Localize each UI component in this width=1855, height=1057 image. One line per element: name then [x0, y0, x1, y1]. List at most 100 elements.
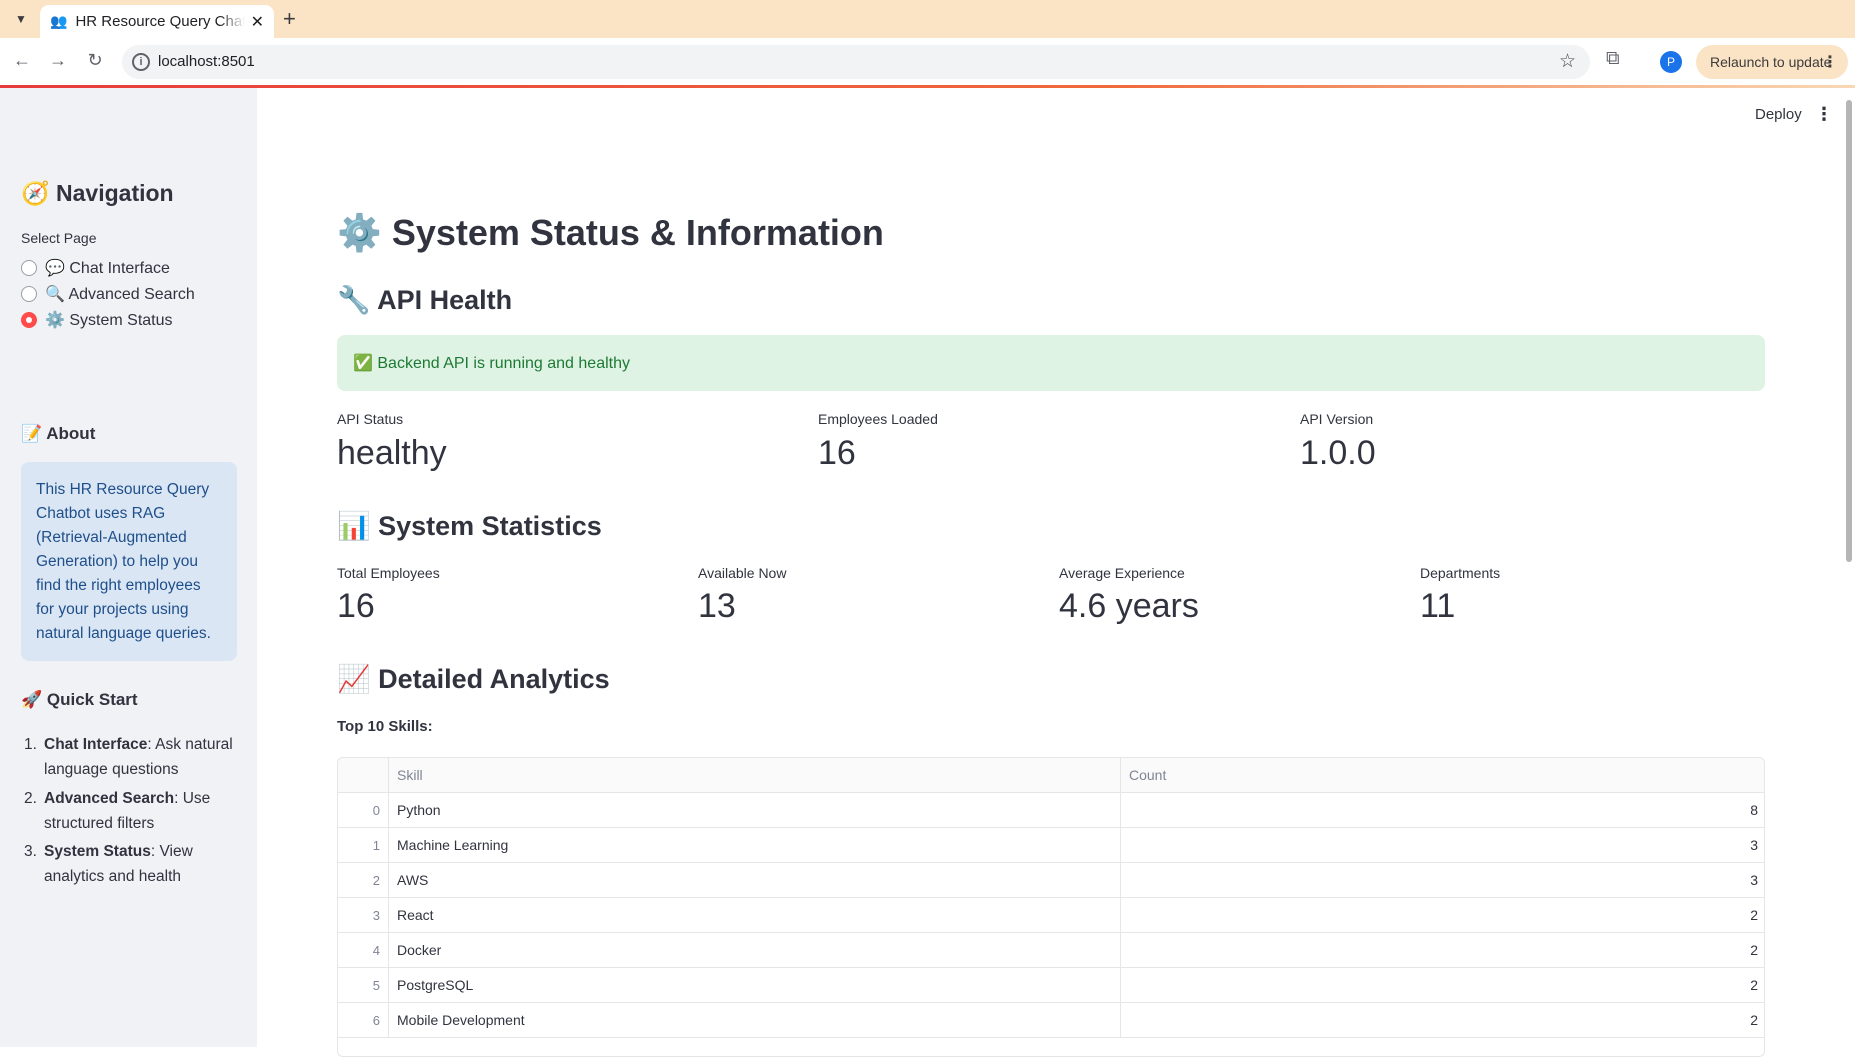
table-row[interactable]: 4 Docker 2: [338, 933, 1764, 968]
row-index: 0: [338, 793, 389, 828]
metric-value: 4.6 years: [1059, 587, 1199, 625]
tab-title: HR Resource Query Chatbot: [75, 13, 245, 30]
relaunch-label: Relaunch to update: [1710, 54, 1832, 70]
main-menu-icon[interactable]: ⋮: [1815, 104, 1833, 125]
relaunch-button[interactable]: Relaunch to update ⋮: [1696, 45, 1848, 79]
new-tab-icon[interactable]: +: [283, 6, 296, 32]
about-info-box: This HR Resource Query Chatbot uses RAG …: [21, 462, 237, 661]
page-loading-bar: [0, 85, 1855, 88]
table-row[interactable]: 0 Python 8: [338, 793, 1764, 828]
page-scrollbar[interactable]: [1846, 100, 1852, 562]
tab-search-dropdown-icon[interactable]: ▼: [10, 8, 32, 30]
health-message: ✅ Backend API is running and healthy: [353, 355, 630, 372]
count-cell[interactable]: 2: [1121, 968, 1764, 1003]
sidebar-nav-title: 🧭 Navigation: [21, 180, 174, 206]
count-cell[interactable]: 3: [1121, 863, 1764, 898]
metric-value: 11: [1420, 587, 1456, 625]
index-header: [338, 758, 389, 793]
table-row[interactable]: 5 PostgreSQL 2: [338, 968, 1764, 1003]
quickstart-title: 🚀 Quick Start: [21, 690, 138, 709]
row-index: 6: [338, 1003, 389, 1038]
skill-cell[interactable]: Docker: [389, 933, 1121, 968]
count-cell[interactable]: 3: [1121, 828, 1764, 863]
skills-caption: Top 10 Skills:: [337, 718, 433, 735]
select-page-label: Select Page: [21, 230, 97, 246]
metric-value: 1.0.0: [1300, 434, 1376, 472]
quickstart-bold: Advanced Search: [44, 790, 175, 807]
count-cell[interactable]: 8: [1121, 793, 1764, 828]
metric-value: 16: [818, 434, 856, 472]
radio-label-chat-interface[interactable]: 💬 Chat Interface: [45, 258, 170, 278]
count-cell[interactable]: 2: [1121, 1003, 1764, 1038]
tab-close-icon[interactable]: ✕: [251, 12, 264, 32]
row-index: 3: [338, 898, 389, 933]
metric-label: Average Experience: [1059, 565, 1185, 581]
quickstart-num: 1.: [24, 736, 37, 753]
metric-label: Departments: [1420, 565, 1501, 581]
url-text[interactable]: localhost:8501: [158, 53, 255, 70]
radio-label-advanced-search[interactable]: 🔍 Advanced Search: [45, 284, 195, 304]
radio-advanced-search[interactable]: [21, 286, 37, 302]
row-index: 1: [338, 828, 389, 863]
deploy-button[interactable]: Deploy: [1755, 106, 1802, 123]
radio-chat-interface[interactable]: [21, 260, 37, 276]
health-success-alert: ✅ Backend API is running and healthy: [337, 335, 1765, 391]
browser-menu-icon[interactable]: ⋮: [1822, 52, 1838, 72]
reload-icon[interactable]: ↻: [83, 50, 107, 71]
quickstart-item: 3. System Status: View analytics and hea…: [21, 839, 236, 891]
table-row[interactable]: 1 Machine Learning 3: [338, 828, 1764, 863]
column-header-count[interactable]: Count: [1121, 758, 1764, 793]
row-index: 5: [338, 968, 389, 1003]
column-header-skill[interactable]: Skill: [389, 758, 1121, 793]
metric-label: API Version: [1300, 411, 1374, 427]
about-title: 📝 About: [21, 424, 96, 443]
forward-icon[interactable]: →: [46, 50, 70, 71]
quickstart-item: 1. Chat Interface: Ask natural language …: [21, 732, 236, 784]
row-index: 2: [338, 863, 389, 898]
skill-cell[interactable]: Mobile Development: [389, 1003, 1121, 1038]
skill-cell[interactable]: Machine Learning: [389, 828, 1121, 863]
table-row[interactable]: 6 Mobile Development 2: [338, 1003, 1764, 1038]
browser-tab-bar: ▼ 👥 HR Resource Query Chatbot ✕ +: [0, 0, 1855, 38]
quickstart-bold: Chat Interface: [44, 736, 148, 753]
browser-tab-active[interactable]: 👥 HR Resource Query Chatbot ✕: [40, 5, 274, 38]
address-bar[interactable]: i localhost:8501 ☆: [122, 45, 1590, 79]
metric-label: Employees Loaded: [818, 411, 938, 427]
sidebar: 🧭 Navigation Select Page 💬 Chat Interfac…: [0, 88, 257, 1047]
skill-cell[interactable]: Python: [389, 793, 1121, 828]
tab-favicon-icon: 👥: [50, 13, 68, 29]
browser-nav-bar: ← → ↻ i localhost:8501 ☆ ⧉ P Relaunch to…: [0, 38, 1855, 86]
metric-label: API Status: [337, 411, 404, 427]
skill-cell[interactable]: PostgreSQL: [389, 968, 1121, 1003]
metric-label: Total Employees: [337, 565, 440, 581]
page-title: ⚙️ System Status & Information: [337, 212, 884, 253]
radio-label-system-status[interactable]: ⚙️ System Status: [45, 310, 173, 330]
detailed-analytics-heading: 📈 Detailed Analytics: [337, 664, 610, 694]
system-statistics-heading: 📊 System Statistics: [337, 511, 602, 541]
skill-cell[interactable]: AWS: [389, 863, 1121, 898]
quickstart-num: 3.: [24, 843, 37, 860]
metric-value: 13: [698, 587, 736, 625]
count-cell[interactable]: 2: [1121, 898, 1764, 933]
quickstart-item: 2. Advanced Search: Use structured filte…: [21, 786, 236, 838]
metric-value: healthy: [337, 434, 447, 472]
api-health-heading: 🔧 API Health: [337, 285, 513, 315]
table-row[interactable]: 3 React 2: [338, 898, 1764, 933]
skills-table[interactable]: Skill Count 0 Python 8 1 Machine Learnin…: [337, 757, 1765, 1057]
metric-value: 16: [337, 587, 375, 625]
profile-avatar[interactable]: P: [1660, 51, 1682, 73]
row-index: 4: [338, 933, 389, 968]
skill-cell[interactable]: React: [389, 898, 1121, 933]
table-row[interactable]: 2 AWS 3: [338, 863, 1764, 898]
metric-label: Available Now: [698, 565, 787, 581]
about-text: This HR Resource Query Chatbot uses RAG …: [36, 481, 211, 642]
back-icon[interactable]: ←: [10, 50, 34, 71]
bookmark-star-icon[interactable]: ☆: [1559, 50, 1576, 73]
site-info-icon[interactable]: i: [132, 53, 150, 71]
quickstart-bold: System Status: [44, 843, 151, 860]
radio-system-status[interactable]: [21, 312, 37, 328]
table-header-row: Skill Count: [338, 758, 1764, 793]
extensions-icon[interactable]: ⧉: [1606, 48, 1620, 70]
quickstart-num: 2.: [24, 790, 37, 807]
count-cell[interactable]: 2: [1121, 933, 1764, 968]
